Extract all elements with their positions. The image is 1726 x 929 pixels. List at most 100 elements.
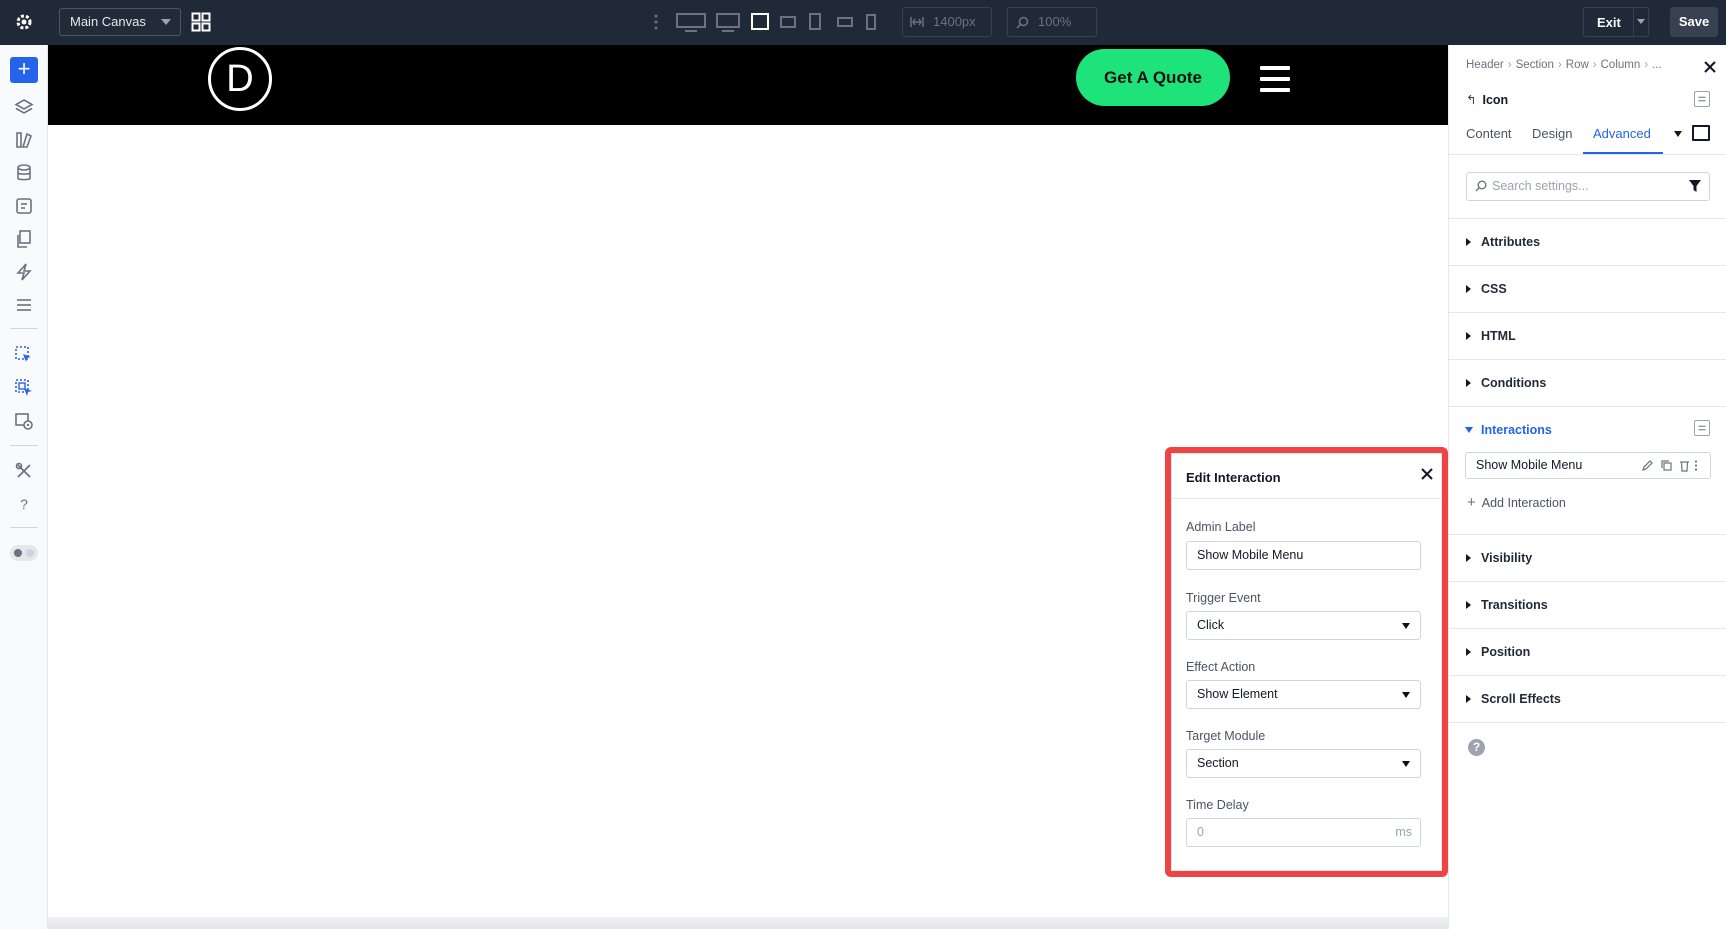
hamburger-line	[1260, 66, 1290, 70]
section-label: CSS	[1481, 282, 1507, 296]
caret-right-icon	[1466, 695, 1471, 703]
section-label: Conditions	[1481, 376, 1547, 390]
tab-content[interactable]: Content	[1466, 126, 1512, 141]
dialog-header: Edit Interaction	[1172, 454, 1441, 499]
trigger-event-label: Trigger Event	[1186, 591, 1261, 605]
admin-label-label: Admin Label	[1186, 520, 1256, 534]
layers-icon[interactable]	[14, 97, 34, 117]
database-icon[interactable]	[14, 163, 34, 183]
more-vertical-icon[interactable]	[1693, 459, 1699, 472]
section-attributes[interactable]: Attributes	[1449, 218, 1726, 265]
widescreen-view-icon[interactable]	[676, 11, 706, 33]
zoom-icon	[1016, 16, 1029, 29]
tablet-landscape-view-icon[interactable]	[779, 11, 797, 33]
hamburger-menu-icon[interactable]	[1260, 66, 1290, 92]
interaction-item[interactable]: Show Mobile Menu	[1465, 452, 1711, 479]
options-icon[interactable]	[1694, 420, 1710, 436]
laptop-view-icon[interactable]	[750, 11, 770, 33]
section-conditions[interactable]: Conditions	[1449, 359, 1726, 406]
canvas-width-field[interactable]: 1400px	[902, 7, 992, 37]
add-interaction-button[interactable]: + Add Interaction	[1467, 494, 1566, 511]
duplicate-icon[interactable]	[1660, 459, 1673, 472]
chevron-down-icon[interactable]	[1637, 19, 1645, 24]
save-button[interactable]: Save	[1670, 7, 1718, 37]
top-toolbar: Main Canvas 1400px 100% Exit Save	[0, 0, 1726, 45]
chevron-down-icon	[1402, 761, 1410, 767]
tab-advanced[interactable]: Advanced	[1593, 126, 1651, 141]
breadcrumb-item[interactable]: Header	[1466, 59, 1504, 71]
breadcrumb-item[interactable]: ...	[1652, 59, 1662, 71]
theme-toggle[interactable]	[10, 545, 38, 561]
more-vertical-icon[interactable]	[652, 12, 660, 32]
lightning-icon[interactable]	[14, 262, 34, 282]
gear-icon[interactable]	[14, 12, 34, 32]
section-html[interactable]: HTML	[1449, 312, 1726, 359]
options-icon[interactable]	[1694, 91, 1710, 107]
active-tab-indicator	[1583, 152, 1663, 154]
time-delay-input[interactable]: 0 ms	[1186, 818, 1421, 847]
get-a-quote-button[interactable]: Get A Quote	[1076, 49, 1230, 106]
caret-down-icon	[1465, 427, 1473, 433]
effect-action-label: Effect Action	[1186, 660, 1256, 674]
sidebar-divider	[10, 527, 38, 528]
preview-icon[interactable]	[14, 411, 34, 431]
element-title[interactable]: ↰ Icon	[1466, 92, 1508, 107]
breadcrumb-item[interactable]: Section	[1516, 59, 1554, 71]
chevron-down-icon	[1402, 623, 1410, 629]
section-position[interactable]: Position	[1449, 628, 1726, 675]
caret-right-icon	[1466, 285, 1471, 293]
site-logo[interactable]: D	[208, 47, 272, 111]
time-delay-unit: ms	[1395, 825, 1412, 839]
grid-icon[interactable]	[191, 12, 211, 32]
admin-label-input[interactable]: Show Mobile Menu	[1186, 541, 1421, 570]
caret-right-icon	[1466, 332, 1471, 340]
phone-landscape-view-icon[interactable]	[836, 11, 854, 33]
effect-action-select[interactable]: Show Element	[1186, 680, 1421, 709]
multi-select-icon[interactable]	[14, 378, 34, 398]
section-transitions[interactable]: Transitions	[1449, 581, 1726, 628]
breadcrumb-item[interactable]: Row	[1566, 59, 1589, 71]
exit-label: Exit	[1597, 15, 1621, 30]
target-module-value: Section	[1197, 756, 1239, 770]
caret-right-icon	[1466, 648, 1471, 656]
site-header[interactable]: D Get A Quote	[48, 45, 1448, 125]
breadcrumb: Header › Section › Row › Column ›...	[1466, 59, 1662, 71]
close-icon[interactable]	[1703, 60, 1717, 74]
hamburger-line	[1260, 88, 1290, 92]
caret-right-icon	[1466, 379, 1471, 387]
trash-icon[interactable]	[1678, 459, 1691, 472]
page-settings-icon[interactable]	[14, 196, 34, 216]
breadcrumb-item[interactable]: Column	[1601, 59, 1641, 71]
search-settings-input[interactable]: Search settings...	[1466, 172, 1710, 201]
library-icon[interactable]	[14, 130, 34, 150]
tools-icon[interactable]	[14, 461, 34, 481]
section-css[interactable]: CSS	[1449, 265, 1726, 312]
tablet-view-icon[interactable]	[808, 11, 822, 33]
section-scroll-effects[interactable]: Scroll Effects	[1449, 675, 1726, 723]
edit-icon[interactable]	[1641, 459, 1654, 472]
tab-design[interactable]: Design	[1532, 126, 1572, 141]
filter-icon[interactable]	[1689, 180, 1701, 192]
settings-panel: Header › Section › Row › Column ›... ↰ Icon Cont…	[1448, 45, 1726, 929]
canvas-select[interactable]: Main Canvas	[59, 8, 181, 36]
plus-icon: +	[1467, 494, 1476, 511]
target-module-select[interactable]: Section	[1186, 749, 1421, 778]
help-icon[interactable]: ?	[14, 494, 34, 514]
help-circle-icon[interactable]: ?	[1468, 739, 1485, 756]
time-delay-label: Time Delay	[1186, 798, 1249, 812]
list-icon[interactable]	[14, 295, 34, 315]
select-element-icon[interactable]	[14, 345, 34, 365]
zoom-field[interactable]: 100%	[1007, 7, 1097, 37]
exit-button[interactable]: Exit	[1583, 7, 1649, 37]
section-visibility[interactable]: Visibility	[1449, 534, 1726, 581]
phone-view-icon[interactable]	[864, 11, 878, 33]
pages-icon[interactable]	[14, 229, 34, 249]
chevron-down-icon[interactable]	[1674, 131, 1682, 137]
close-icon[interactable]	[1420, 467, 1434, 481]
exit-divider	[1633, 8, 1634, 36]
add-element-button[interactable]: +	[10, 57, 38, 83]
square-icon[interactable]	[1692, 125, 1710, 141]
trigger-event-select[interactable]: Click	[1186, 611, 1421, 640]
desktop-view-icon[interactable]	[716, 11, 740, 33]
chevron-down-icon	[161, 19, 171, 25]
